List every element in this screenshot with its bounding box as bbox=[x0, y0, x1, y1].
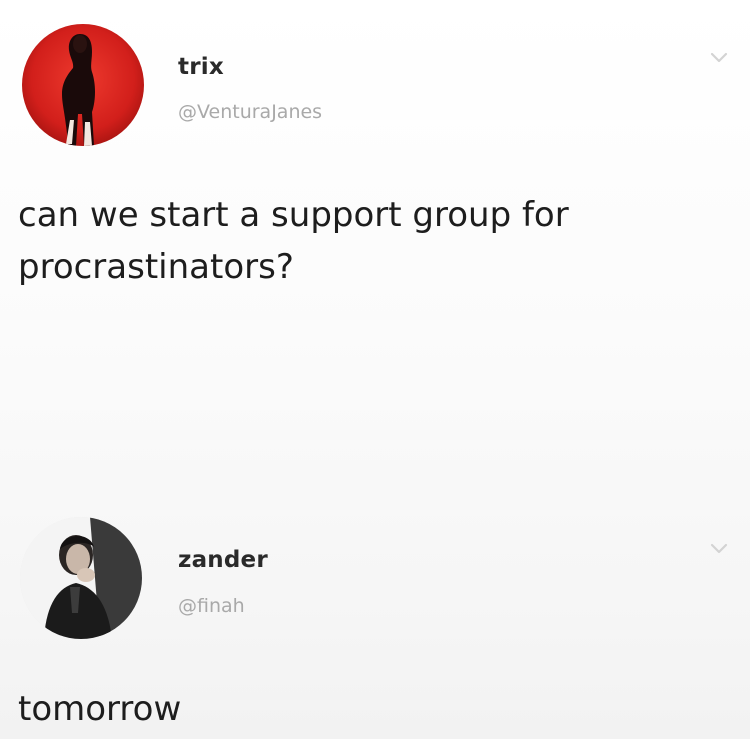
display-name[interactable]: zander bbox=[178, 547, 268, 573]
tweet-card: trix @VenturaJanes can we start a suppor… bbox=[0, 0, 750, 470]
user-handle[interactable]: @VenturaJanes bbox=[178, 101, 322, 123]
tweet-text: can we start a support group for procras… bbox=[18, 195, 569, 287]
tweet-text: tomorrow bbox=[18, 689, 182, 729]
display-name[interactable]: trix bbox=[178, 54, 224, 80]
chevron-down-icon[interactable] bbox=[710, 543, 728, 555]
tweet-card: zander @finah tomorrow bbox=[0, 500, 750, 739]
avatar[interactable] bbox=[20, 517, 142, 639]
user-handle[interactable]: @finah bbox=[178, 595, 245, 617]
profile-photo-icon bbox=[20, 517, 142, 639]
chevron-down-icon[interactable] bbox=[710, 52, 728, 64]
profile-photo-icon bbox=[22, 24, 144, 146]
avatar[interactable] bbox=[22, 24, 144, 146]
